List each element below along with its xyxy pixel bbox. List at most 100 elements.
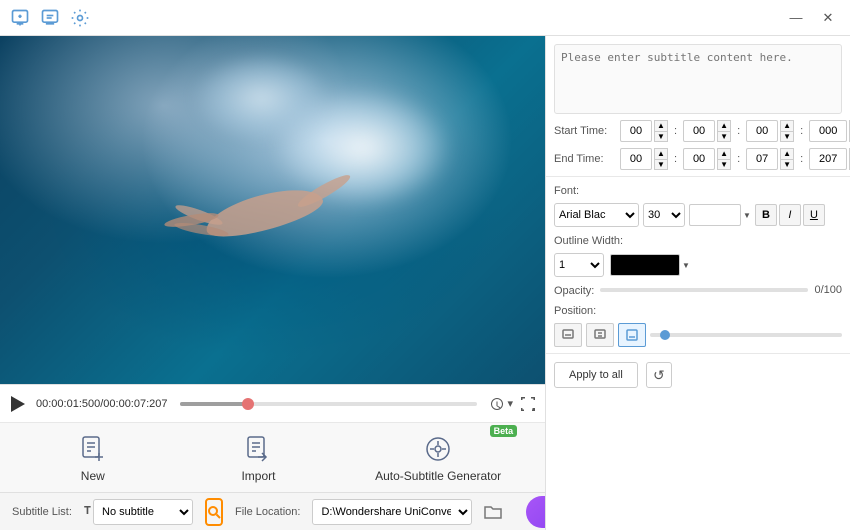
timeline-thumb[interactable] (242, 398, 254, 410)
new-label: New (81, 469, 105, 483)
speed-label: ▾ (507, 397, 513, 410)
start-time-m: ▲ ▼ (683, 120, 731, 142)
start-time-m-input[interactable] (683, 120, 715, 142)
video-placeholder (0, 36, 545, 384)
fullscreen-button[interactable] (519, 395, 537, 413)
start-time-h-input[interactable] (620, 120, 652, 142)
titlebar: — ✕ (0, 0, 850, 36)
play-button[interactable] (8, 394, 28, 414)
end-time-h-up[interactable]: ▲ (654, 148, 668, 159)
close-button[interactable]: ✕ (814, 7, 842, 29)
opacity-row: Opacity: 0/100 (554, 283, 842, 297)
timeline-wrapper[interactable] (180, 402, 478, 406)
font-style-buttons: B I U (755, 204, 825, 226)
end-time-m-down[interactable]: ▼ (717, 159, 731, 170)
search-button[interactable] (205, 498, 223, 526)
font-color-swatch[interactable] (689, 204, 741, 226)
start-time-h: ▲ ▼ (620, 120, 668, 142)
font-size-select[interactable]: 30 (643, 203, 685, 227)
end-time-m-spin: ▲ ▼ (717, 148, 731, 170)
import-button[interactable]: Import (193, 425, 323, 491)
start-time-h-up[interactable]: ▲ (654, 120, 668, 131)
settings-icon[interactable] (68, 6, 92, 30)
font-row: Arial Blac 30 ▼ B I U (554, 203, 842, 227)
opacity-value: 0/100 (814, 284, 842, 296)
timeline-track[interactable] (180, 402, 478, 406)
outline-color-swatch[interactable] (610, 254, 680, 276)
folder-button[interactable] (484, 500, 502, 524)
pos-bottom-center-button[interactable] (618, 323, 646, 347)
new-button[interactable]: New (28, 425, 158, 491)
start-time-s: ▲ ▼ (746, 120, 794, 142)
end-time-ms-input[interactable] (809, 148, 847, 170)
subtitle-list-label: Subtitle List: (12, 506, 72, 518)
start-time-m-down[interactable]: ▼ (717, 131, 731, 142)
end-time-s-spin: ▲ ▼ (780, 148, 794, 170)
main-content: 00:00:01:500/00:00:07:207 ▾ (0, 36, 850, 530)
end-time-s-down[interactable]: ▼ (780, 159, 794, 170)
minimize-button[interactable]: — (782, 7, 810, 29)
font-family-select[interactable]: Arial Blac (554, 203, 639, 227)
right-panel: Start Time: ▲ ▼ : ▲ ▼ : ▲ (545, 36, 850, 530)
start-time-ms-input[interactable] (809, 120, 847, 142)
outline-color-picker[interactable]: ▼ (610, 254, 690, 276)
controls-bar: 00:00:01:500/00:00:07:207 ▾ (0, 384, 545, 422)
font-color-arrow[interactable]: ▼ (743, 211, 751, 220)
edit-subtitle-icon[interactable] (38, 6, 62, 30)
subtitle-type-icon: 𝐓 (84, 505, 91, 518)
start-time-s-spin: ▲ ▼ (780, 120, 794, 142)
end-time-h-spin: ▲ ▼ (654, 148, 668, 170)
position-label: Position: (554, 305, 842, 317)
video-area[interactable] (0, 36, 545, 384)
speed-control[interactable]: ▾ (489, 396, 513, 412)
add-subtitle-icon[interactable] (8, 6, 32, 30)
subtitle-select[interactable]: No subtitle (93, 499, 193, 525)
subtitle-textarea[interactable] (554, 44, 842, 114)
end-time-h: ▲ ▼ (620, 148, 668, 170)
outline-width-label: Outline Width: (554, 235, 842, 247)
opacity-slider[interactable] (600, 288, 808, 292)
end-time-s-input[interactable] (746, 148, 778, 170)
file-path-select[interactable]: D:\Wondershare UniConverter 13\SubEdit (312, 499, 472, 525)
start-time-m-up[interactable]: ▲ (717, 120, 731, 131)
font-label: Font: (554, 185, 842, 197)
pos-top-center-button[interactable] (586, 323, 614, 347)
font-color-picker[interactable]: ▼ (689, 204, 751, 226)
refresh-button[interactable]: ↺ (646, 362, 672, 388)
pos-top-left-button[interactable] (554, 323, 582, 347)
end-time-m-up[interactable]: ▲ (717, 148, 731, 159)
auto-subtitle-button[interactable]: Beta Auto-Subtitle Generator (359, 425, 517, 491)
file-location-label: File Location: (235, 506, 300, 518)
end-time-m-input[interactable] (683, 148, 715, 170)
end-time-s-up[interactable]: ▲ (780, 148, 794, 159)
opacity-label: Opacity: (554, 285, 594, 297)
outline-row: 1 ▼ (554, 253, 842, 277)
underline-button[interactable]: U (803, 204, 825, 226)
end-time-m: ▲ ▼ (683, 148, 731, 170)
time-display: 00:00:01:500/00:00:07:207 (36, 398, 168, 410)
start-time-h-spin: ▲ ▼ (654, 120, 668, 142)
subtitle-select-wrap: 𝐓 No subtitle (84, 499, 193, 525)
auto-subtitle-icon (422, 433, 454, 465)
start-time-s-down[interactable]: ▼ (780, 131, 794, 142)
italic-button[interactable]: I (779, 204, 801, 226)
end-time-s: ▲ ▼ (746, 148, 794, 170)
apply-all-button[interactable]: Apply to all (554, 362, 638, 388)
end-time-h-input[interactable] (620, 148, 652, 170)
start-time-s-input[interactable] (746, 120, 778, 142)
window-controls: — ✕ (782, 7, 842, 29)
end-time-ms: ▲ ▼ (809, 148, 850, 170)
bold-button[interactable]: B (755, 204, 777, 226)
left-panel: 00:00:01:500/00:00:07:207 ▾ (0, 36, 545, 530)
buttons-row: New Import Beta (0, 422, 545, 492)
start-time-label: Start Time: (554, 125, 614, 137)
start-time-row: Start Time: ▲ ▼ : ▲ ▼ : ▲ (554, 120, 842, 142)
outline-width-select[interactable]: 1 (554, 253, 604, 277)
video-bubble2 (191, 53, 331, 143)
position-slider[interactable] (650, 333, 842, 337)
start-time-s-up[interactable]: ▲ (780, 120, 794, 131)
titlebar-icons (8, 6, 92, 30)
end-time-h-down[interactable]: ▼ (654, 159, 668, 170)
outline-color-arrow[interactable]: ▼ (682, 261, 690, 270)
start-time-h-down[interactable]: ▼ (654, 131, 668, 142)
